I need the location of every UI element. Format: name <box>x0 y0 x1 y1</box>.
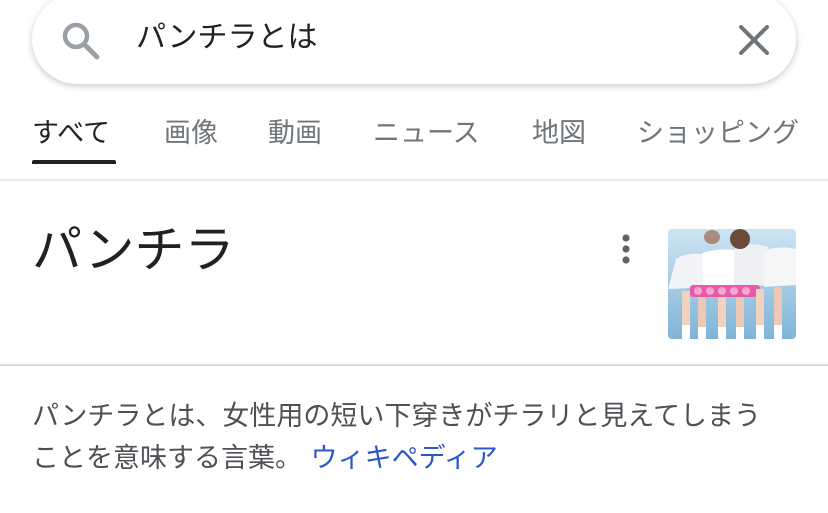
knowledge-panel-image[interactable] <box>668 229 796 339</box>
tab-images[interactable]: 画像 <box>164 116 218 152</box>
close-icon[interactable] <box>736 22 772 58</box>
tab-all[interactable]: すべて <box>32 116 110 152</box>
search-tabs: すべて 画像 動画 ニュース 地図 ショッピング <box>0 104 828 164</box>
active-tab-indicator <box>32 160 116 164</box>
search-input[interactable]: パンチラとは <box>136 12 318 64</box>
tab-videos[interactable]: 動画 <box>268 116 322 152</box>
description-line-2: ことを意味する言葉。 ウィキペディア <box>32 438 802 480</box>
wikipedia-source-link[interactable]: ウィキペディア <box>311 443 498 474</box>
search-icon[interactable] <box>60 20 102 62</box>
tab-maps[interactable]: 地図 <box>532 116 586 152</box>
description-line-1: パンチラとは、女性用の短い下穿きがチラリと見えてしまう <box>32 401 761 432</box>
search-bar[interactable]: パンチラとは <box>32 0 796 84</box>
knowledge-panel-title: パンチラ <box>32 221 235 279</box>
tab-news[interactable]: ニュース <box>373 116 480 152</box>
section-divider <box>0 364 828 366</box>
knowledge-panel-description: パンチラとは、女性用の短い下穿きがチラリと見えてしまう ことを意味する言葉。 ウ… <box>32 396 802 480</box>
more-vert-icon[interactable] <box>612 232 640 266</box>
search-results-page: パンチラとは すべて 画像 動画 ニュース 地図 ショッピング パンチラ パンチ… <box>0 0 828 513</box>
tabs-divider <box>0 179 828 181</box>
tab-shopping[interactable]: ショッピング <box>637 116 799 152</box>
description-text: ことを意味する言葉。 <box>32 443 302 474</box>
